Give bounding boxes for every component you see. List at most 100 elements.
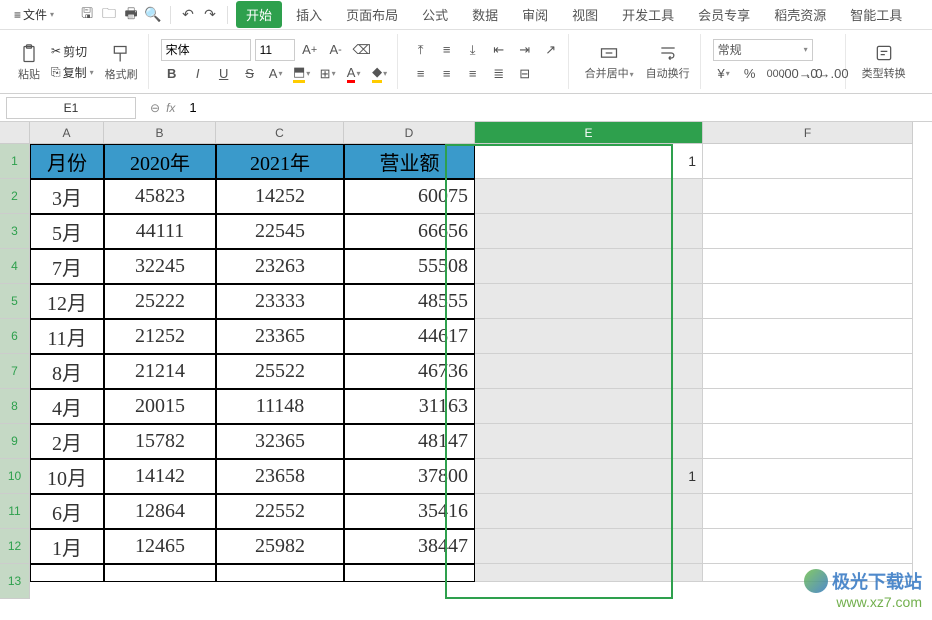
cell-E2[interactable] xyxy=(475,179,703,214)
cell[interactable] xyxy=(703,389,913,424)
name-box[interactable]: E1 xyxy=(6,97,136,119)
cell[interactable] xyxy=(703,214,913,249)
cell-E3[interactable] xyxy=(475,214,703,249)
data-cell[interactable]: 22545 xyxy=(216,214,344,249)
font-name-select[interactable] xyxy=(161,39,251,61)
data-cell[interactable]: 23658 xyxy=(216,459,344,494)
data-cell[interactable]: 32245 xyxy=(104,249,216,284)
data-cell[interactable]: 4月 xyxy=(30,389,104,424)
spreadsheet-grid[interactable]: A B C D E F 12345678910111213 月份2020年202… xyxy=(0,122,932,620)
cell[interactable] xyxy=(703,319,913,354)
fill-color-button[interactable]: ⬒▾ xyxy=(291,63,313,85)
tab-dev-tools[interactable]: 开发工具 xyxy=(612,0,684,30)
data-cell[interactable]: 25982 xyxy=(216,529,344,564)
underline-button[interactable]: U xyxy=(213,63,235,85)
data-cell[interactable]: 12465 xyxy=(104,529,216,564)
data-cell[interactable]: 22552 xyxy=(216,494,344,529)
cell[interactable] xyxy=(344,564,475,582)
bold-button[interactable]: B xyxy=(161,63,183,85)
strike-button[interactable]: S xyxy=(239,63,261,85)
data-cell[interactable]: 37800 xyxy=(344,459,475,494)
cancel-formula-icon[interactable]: ⊖ xyxy=(150,101,160,115)
cell[interactable] xyxy=(703,179,913,214)
cut-button[interactable]: ✂ 剪切 xyxy=(48,42,97,61)
tab-docer[interactable]: 稻壳资源 xyxy=(764,0,836,30)
fx-icon[interactable]: fx xyxy=(166,101,175,115)
data-cell[interactable]: 48555 xyxy=(344,284,475,319)
cell-E11[interactable] xyxy=(475,494,703,529)
cell[interactable] xyxy=(30,564,104,582)
cell[interactable] xyxy=(703,459,913,494)
data-cell[interactable]: 25522 xyxy=(216,354,344,389)
undo-icon[interactable]: ↶ xyxy=(179,6,197,24)
data-cell[interactable]: 10月 xyxy=(30,459,104,494)
row-header-3[interactable]: 3 xyxy=(0,214,30,249)
cell[interactable] xyxy=(703,284,913,319)
cell[interactable] xyxy=(104,564,216,582)
file-menu[interactable]: ≡ 文件 ▾ xyxy=(8,2,60,27)
cell-E5[interactable] xyxy=(475,284,703,319)
col-header-F[interactable]: F xyxy=(703,122,913,144)
data-cell[interactable]: 11月 xyxy=(30,319,104,354)
row-header-6[interactable]: 6 xyxy=(0,319,30,354)
align-left-button[interactable]: ≡ xyxy=(410,63,432,85)
data-cell[interactable]: 12864 xyxy=(104,494,216,529)
decrease-font-button[interactable]: A- xyxy=(325,39,347,61)
tab-review[interactable]: 审阅 xyxy=(512,0,558,30)
data-cell[interactable]: 23365 xyxy=(216,319,344,354)
cell[interactable] xyxy=(475,564,703,582)
cell[interactable] xyxy=(703,494,913,529)
data-cell[interactable]: 5月 xyxy=(30,214,104,249)
data-cell[interactable]: 15782 xyxy=(104,424,216,459)
data-cell[interactable]: 46736 xyxy=(344,354,475,389)
cell-E1[interactable]: 1 xyxy=(475,144,703,179)
data-cell[interactable]: 55508 xyxy=(344,249,475,284)
data-cell[interactable]: 7月 xyxy=(30,249,104,284)
copy-button[interactable]: ⎘ 复制▾ xyxy=(48,63,97,82)
align-middle-button[interactable]: ≡ xyxy=(436,39,458,61)
print-preview-icon[interactable]: 🔍 xyxy=(144,6,162,24)
row-header-1[interactable]: 1 xyxy=(0,144,30,179)
data-cell[interactable]: 44111 xyxy=(104,214,216,249)
data-cell[interactable]: 45823 xyxy=(104,179,216,214)
row-header-10[interactable]: 10 xyxy=(0,459,30,494)
row-header-5[interactable]: 5 xyxy=(0,284,30,319)
justify-button[interactable]: ≣ xyxy=(488,63,510,85)
redo-icon[interactable]: ↷ xyxy=(201,6,219,24)
orientation-button[interactable]: ↗ xyxy=(540,39,562,61)
align-top-button[interactable]: ⤒ xyxy=(410,39,432,61)
cell[interactable] xyxy=(703,529,913,564)
print-icon[interactable]: 🖶 xyxy=(122,6,140,24)
header-cell[interactable]: 月份 xyxy=(30,144,104,179)
data-cell[interactable]: 60075 xyxy=(344,179,475,214)
data-cell[interactable]: 8月 xyxy=(30,354,104,389)
paste-button[interactable]: 粘贴 xyxy=(14,44,44,82)
cell-E4[interactable] xyxy=(475,249,703,284)
row-header-2[interactable]: 2 xyxy=(0,179,30,214)
row-header-12[interactable]: 12 xyxy=(0,529,30,564)
cell[interactable] xyxy=(703,424,913,459)
align-center-button[interactable]: ≡ xyxy=(436,63,458,85)
tab-page-layout[interactable]: 页面布局 xyxy=(336,0,408,30)
cell-E12[interactable] xyxy=(475,529,703,564)
cell-E8[interactable] xyxy=(475,389,703,424)
clear-format-button[interactable]: ⌫ xyxy=(351,39,373,61)
data-cell[interactable]: 14142 xyxy=(104,459,216,494)
font-size-select[interactable] xyxy=(255,39,295,61)
row-header-8[interactable]: 8 xyxy=(0,389,30,424)
data-cell[interactable]: 12月 xyxy=(30,284,104,319)
data-cell[interactable]: 38447 xyxy=(344,529,475,564)
cell-E9[interactable] xyxy=(475,424,703,459)
data-cell[interactable]: 25222 xyxy=(104,284,216,319)
font-style-a-button[interactable]: A▾ xyxy=(265,63,287,85)
row-header-4[interactable]: 4 xyxy=(0,249,30,284)
percent-button[interactable]: % xyxy=(739,63,761,85)
align-bottom-button[interactable]: ⤓ xyxy=(462,39,484,61)
distribute-button[interactable]: ⊟ xyxy=(514,63,536,85)
col-header-B[interactable]: B xyxy=(104,122,216,144)
data-cell[interactable]: 11148 xyxy=(216,389,344,424)
decrease-indent-button[interactable]: ⇤ xyxy=(488,39,510,61)
col-header-E[interactable]: E xyxy=(475,122,703,144)
row-header-9[interactable]: 9 xyxy=(0,424,30,459)
data-cell[interactable]: 14252 xyxy=(216,179,344,214)
